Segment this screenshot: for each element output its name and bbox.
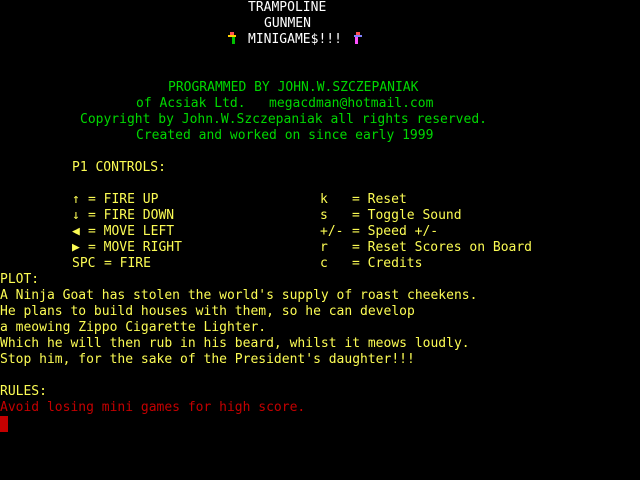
controls-heading: P1 CONTROLS: (72, 160, 166, 175)
control-key-reset: k (320, 192, 328, 207)
plot-line: Which he will then rub in his beard, whi… (0, 336, 470, 351)
control-label-reset: = Reset (352, 192, 407, 207)
control-key-fire-down: ↓ (72, 208, 80, 223)
credits-copyright: Copyright by John.W.Szczepaniak all righ… (80, 112, 487, 127)
control-key-fire-up: ↑ (72, 192, 80, 207)
credits-company-email: of Acsiak Ltd. megacdman@hotmail.com (136, 96, 434, 111)
control-key-move-right: ▶ (72, 240, 80, 255)
title-line-1: TRAMPOLINE (248, 0, 327, 15)
rules-heading: RULES: (0, 384, 47, 399)
control-label-speed: = Speed +/- (352, 224, 439, 239)
rules-text: Avoid losing mini games for high score. (0, 400, 306, 415)
control-label-fire-up: = FIRE UP (88, 192, 159, 207)
control-label-fire: = FIRE (104, 256, 151, 271)
control-key-sound: s (320, 208, 328, 223)
plot-heading: PLOT: (0, 272, 40, 287)
gunman-right-icon (354, 32, 362, 44)
control-label-fire-down: = FIRE DOWN (88, 208, 175, 223)
control-key-speed: +/- (320, 224, 344, 239)
control-key-move-left: ◀ (72, 224, 80, 239)
control-key-reset-scores: r (320, 240, 328, 255)
plot-line: He plans to build houses with them, so h… (0, 304, 415, 319)
title-line-3: MINIGAME$!!! (248, 32, 342, 47)
control-label-credits: = Credits (352, 256, 423, 271)
plot-line: Stop him, for the sake of the President'… (0, 352, 415, 367)
title-line-2: GUNMEN (264, 16, 311, 31)
control-key-fire: SPC (72, 256, 96, 271)
credits-programmed-by: PROGRAMMED BY JOHN.W.SZCZEPANIAK (168, 80, 419, 95)
plot-line: a meowing Zippo Cigarette Lighter. (0, 320, 267, 335)
control-label-sound: = Toggle Sound (352, 208, 462, 223)
gunman-left-icon (228, 32, 236, 44)
control-label-move-right: = MOVE RIGHT (88, 240, 182, 255)
credits-created: Created and worked on since early 1999 (136, 128, 434, 143)
control-label-reset-scores: = Reset Scores on Board (352, 240, 533, 255)
control-key-credits: c (320, 256, 328, 271)
plot-line: A Ninja Goat has stolen the world's supp… (0, 288, 478, 303)
text-cursor (0, 416, 8, 432)
control-label-move-left: = MOVE LEFT (88, 224, 175, 239)
